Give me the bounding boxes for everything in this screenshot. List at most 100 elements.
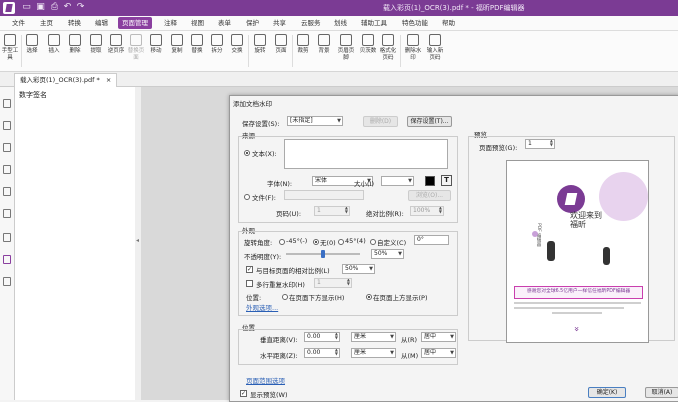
swap-button[interactable]: 交换	[227, 33, 247, 69]
layers-icon[interactable]	[3, 165, 11, 174]
menu-features[interactable]: 特色功能	[398, 17, 432, 29]
select-button[interactable]: 选择	[22, 33, 42, 69]
chevron-down-icon: ▼	[408, 178, 412, 184]
menu-comment[interactable]: 注释	[160, 17, 181, 29]
content-icon[interactable]	[3, 233, 11, 242]
text-radio-label: 文本(X):	[252, 150, 277, 158]
menu-protect[interactable]: 保护	[242, 17, 263, 29]
window-title: 载入彩页(1)_OCR(3).pdf * - 福昕PDF编辑器	[383, 4, 525, 12]
appearance-options-link[interactable]: 外观选项...	[246, 302, 278, 312]
menu-assist[interactable]: 辅助工具	[357, 17, 391, 29]
page-range-options-link[interactable]: 页面范围选项	[246, 375, 285, 385]
rotate-neg45-radio[interactable]	[279, 239, 285, 245]
vertical-from-select[interactable]: 居中 ▼	[421, 332, 456, 342]
chevron-down-icon: ▼	[398, 251, 402, 257]
replace-page-button[interactable]: 替换页面	[126, 33, 146, 69]
print-icon[interactable]: ⎙	[49, 2, 60, 13]
multi-line-input[interactable]: 1 ▲ ▼	[314, 278, 352, 288]
relative-scale-input[interactable]: 50% ▼	[342, 264, 375, 274]
renumber-button[interactable]: 输入新页码	[425, 33, 445, 69]
save-icon[interactable]: ▣	[35, 2, 46, 13]
file-radio[interactable]	[244, 194, 250, 200]
absolute-scale-input[interactable]: 100% ▲ ▼	[410, 206, 444, 216]
watermark-text-input[interactable]	[284, 139, 448, 169]
rotate-none-radio[interactable]	[313, 239, 319, 245]
font-color-swatch[interactable]	[425, 176, 435, 186]
pages-icon[interactable]	[3, 121, 11, 130]
rotate-custom-radio[interactable]	[370, 239, 376, 245]
file-path-input[interactable]	[284, 190, 364, 200]
menu-strike[interactable]: 划线	[330, 17, 351, 29]
horizontal-from-select[interactable]: 居中 ▼	[421, 348, 456, 358]
menu-file[interactable]: 文件	[8, 17, 29, 29]
cancel-button[interactable]: 取消(A)	[645, 387, 678, 398]
rotate-icon	[254, 34, 266, 46]
preview-chevron-icon: »	[570, 326, 581, 332]
replace-button[interactable]: 替换	[187, 33, 207, 69]
display-front-radio[interactable]	[366, 294, 372, 300]
underline-button[interactable]: T	[441, 175, 452, 186]
vertical-unit-select[interactable]: 厘米 ▼	[351, 332, 396, 342]
signature-icon[interactable]	[3, 255, 11, 264]
font-size-select[interactable]: ▼	[381, 176, 414, 186]
menu-convert[interactable]: 转换	[64, 17, 85, 29]
bookmark-icon[interactable]	[3, 99, 11, 108]
multi-line-checkbox[interactable]	[246, 280, 253, 287]
page-layout-button[interactable]: 页面	[271, 33, 291, 69]
crop-button[interactable]: 裁剪	[293, 33, 313, 69]
attachment-icon[interactable]	[3, 187, 11, 196]
delete-button[interactable]: 删除	[65, 33, 85, 69]
relative-scale-checkbox[interactable]: ✓	[246, 266, 253, 273]
opacity-slider-thumb[interactable]	[321, 250, 325, 258]
rotate-button[interactable]: 旋转	[250, 33, 270, 69]
horizontal-distance-input[interactable]: 0.00 ▲ ▼	[304, 348, 340, 358]
vertical-distance-input[interactable]: 0.00 ▲ ▼	[304, 332, 340, 342]
delete-setting-button[interactable]: 删除(D)	[363, 116, 398, 127]
redo-icon[interactable]: ↷	[75, 2, 86, 13]
rotate-custom-input[interactable]: 0°	[414, 235, 449, 245]
menu-form[interactable]: 表单	[214, 17, 235, 29]
show-preview-label: 显示预览(W)	[250, 391, 288, 399]
menu-page-manage[interactable]: 页面管理	[118, 17, 152, 29]
menu-edit[interactable]: 编辑	[91, 17, 112, 29]
comment-icon[interactable]	[3, 143, 11, 152]
save-settings-button[interactable]: 保存设置(T)...	[407, 116, 452, 127]
background-button[interactable]: 背景	[314, 33, 334, 69]
undo-icon[interactable]: ↶	[62, 2, 73, 13]
insert-button[interactable]: 插入	[44, 33, 64, 69]
position-label: 位置:	[246, 294, 262, 302]
move-page-icon	[150, 34, 162, 46]
document-tab[interactable]: 载入彩页(1)_OCR(3).pdf * ×	[14, 73, 118, 87]
bates-button[interactable]: 贝茨数	[358, 33, 378, 69]
lock-icon[interactable]	[3, 209, 11, 218]
compare-icon[interactable]	[3, 277, 11, 286]
copy-button[interactable]: 复制	[167, 33, 187, 69]
menu-home[interactable]: 主页	[36, 17, 57, 29]
rotate-45-radio[interactable]	[338, 239, 344, 245]
menu-view[interactable]: 视图	[187, 17, 208, 29]
show-preview-checkbox[interactable]: ✓	[240, 390, 247, 397]
save-setting-select[interactable]: [未指定] ▼	[287, 116, 343, 126]
close-tab-icon[interactable]: ×	[106, 76, 111, 84]
horizontal-unit-select[interactable]: 厘米 ▼	[351, 348, 396, 358]
format-page-button[interactable]: 格式化页码	[378, 33, 398, 69]
menu-share[interactable]: 共享	[269, 17, 290, 29]
menu-help[interactable]: 帮助	[438, 17, 459, 29]
split-button[interactable]: 拆分	[207, 33, 227, 69]
ok-button[interactable]: 确定(K)	[588, 387, 626, 398]
opacity-input[interactable]: 50% ▼	[371, 249, 404, 259]
browse-button[interactable]: 浏览(O)...	[408, 190, 451, 201]
reverse-button[interactable]: 逆页序	[106, 33, 126, 69]
preview-page-input[interactable]: 1 ▲ ▼	[525, 139, 555, 149]
menu-cloud[interactable]: 云服务	[297, 17, 325, 29]
open-icon[interactable]: ▭	[21, 2, 32, 13]
extract-button[interactable]: 提取	[86, 33, 106, 69]
page-number-input[interactable]: 1 ▲ ▼	[314, 206, 350, 216]
display-behind-radio[interactable]	[282, 294, 288, 300]
move-button[interactable]: 移动	[146, 33, 166, 69]
hand-tool-button[interactable]: 手型工具	[0, 33, 20, 69]
remove-watermark-button[interactable]: 删除水印	[403, 33, 423, 69]
collapse-arrow-icon[interactable]: ◂	[136, 237, 139, 244]
text-radio[interactable]	[244, 150, 250, 156]
header-footer-button[interactable]: 页眉页脚	[336, 33, 356, 69]
